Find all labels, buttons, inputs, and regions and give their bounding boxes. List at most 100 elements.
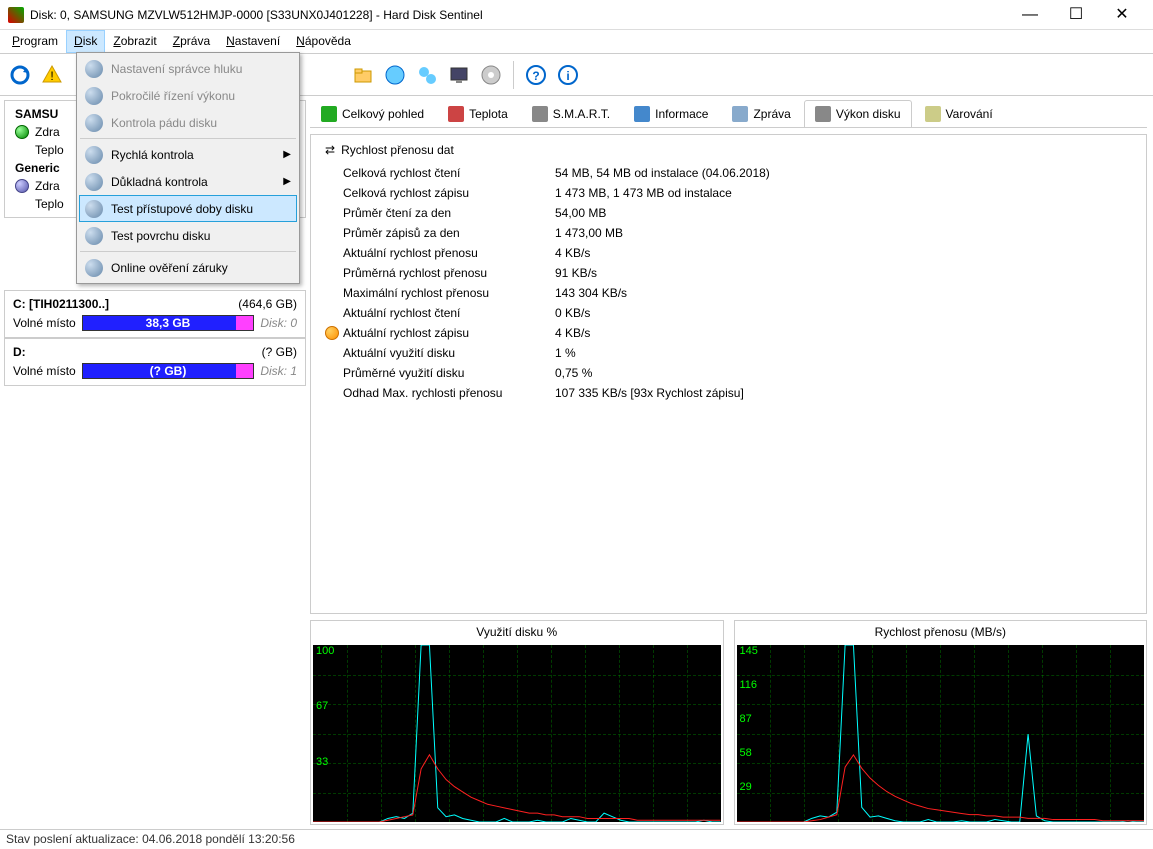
menu-item-icon [85,173,103,191]
tab-v-kon-disku[interactable]: Výkon disku [804,100,912,127]
menu-program[interactable]: Program [4,30,66,53]
close-button[interactable]: ✕ [1099,0,1145,30]
tab-label: Zpráva [753,107,790,121]
menu-disk[interactable]: Disk [66,30,105,53]
tab-icon [634,106,650,122]
monitor-button[interactable] [445,61,473,89]
network-share-button[interactable] [413,61,441,89]
folder-button[interactable] [349,61,377,89]
tab-label: Informace [655,107,708,121]
chart-disk-usage: Využití disku % 1006733 [310,620,724,825]
menu-item-label: Pokročilé řízení výkonu [111,89,235,103]
metric-value: 4 KB/s [555,246,590,260]
metric-key: Celková rychlost čtení [343,166,555,180]
metric-row: Průměr zápisů za den1 473,00 MB [325,223,1132,243]
tab-informace[interactable]: Informace [623,100,719,127]
chart-area: 1006733 [313,645,721,822]
svg-text:!: ! [50,69,53,83]
minimize-button[interactable]: — [1007,0,1053,30]
menu-item[interactable]: Důkladná kontrola ▶ [79,168,297,195]
menu-item-label: Test přístupové doby disku [111,202,253,216]
disk-info-label: Teplo [35,143,64,157]
info-button[interactable]: i [554,61,582,89]
disc-button[interactable] [477,61,505,89]
menu-item: Nastavení správce hluku [79,55,297,82]
submenu-arrow-icon: ▶ [283,149,291,160]
menu-item-label: Kontrola pádu disku [111,116,217,130]
free-space-value: (? GB) [150,364,187,378]
tab-varov-n-[interactable]: Varování [914,100,1004,127]
metric-key: Aktuální využití disku [343,346,555,360]
menu-item[interactable]: Rychlá kontrola ▶ [79,141,297,168]
volume-name: C: [TIH0211300..] [13,297,109,311]
submenu-arrow-icon: ▶ [283,176,291,187]
menu-item-label: Důkladná kontrola [111,175,208,189]
svg-text:i: i [566,69,569,83]
activity-marker-icon [325,326,339,340]
volume-card[interactable]: C: [TIH0211300..](464,6 GB)Volné místo38… [4,290,306,338]
menu-separator [80,138,296,139]
tab-icon [732,106,748,122]
metric-value: 54 MB, 54 MB od instalace (04.06.2018) [555,166,770,180]
metric-value: 1 473,00 MB [555,226,623,240]
tab-zpr-va[interactable]: Zpráva [721,100,801,127]
disk-menu-dropdown: Nastavení správce hluku Pokročilé řízení … [76,52,300,284]
metric-value: 0,75 % [555,366,592,380]
metric-value: 1 473 MB, 1 473 MB od instalace [555,186,732,200]
disk-info-label: Teplo [35,197,64,211]
warning-button[interactable]: ! [38,61,66,89]
menu-item-icon [85,259,103,277]
metric-value: 143 304 KB/s [555,286,627,300]
metric-key: Celková rychlost zápisu [343,186,555,200]
free-space-bar: (? GB) [82,363,255,379]
metric-row: Aktuální rychlost zápisu4 KB/s [325,323,1132,343]
metric-row: Celková rychlost čtení54 MB, 54 MB od in… [325,163,1132,183]
menu-item[interactable]: Test přístupové doby disku [79,195,297,222]
tab-teplota[interactable]: Teplota [437,100,519,127]
status-bar: Stav poslení aktualizace: 04.06.2018 pon… [0,829,1153,849]
metric-row: Aktuální rychlost přenosu4 KB/s [325,243,1132,263]
metric-key: Aktuální rychlost přenosu [343,246,555,260]
metric-row: Maximální rychlost přenosu143 304 KB/s [325,283,1132,303]
menu-item-icon [85,60,103,78]
refresh-button[interactable] [6,61,34,89]
menu-item[interactable]: Online ověření záruky [79,254,297,281]
disk-info-label: Zdra [35,125,60,139]
metric-row: Aktuální využití disku1 % [325,343,1132,363]
chart-title: Využití disku % [311,621,723,643]
menu-item[interactable]: Test povrchu disku [79,222,297,249]
maximize-button[interactable]: ☐ [1053,0,1099,30]
menu-nastavení[interactable]: Nastavení [218,30,288,53]
tab-s-m-a-r-t-[interactable]: S.M.A.R.T. [521,100,621,127]
metric-row: Průměrná rychlost přenosu91 KB/s [325,263,1132,283]
menu-item-icon [85,200,103,218]
menu-item-label: Nastavení správce hluku [111,62,242,76]
chart-area: 145116875829 [737,645,1145,822]
volume-size: (464,6 GB) [238,297,297,311]
menu-item-icon [85,87,103,105]
metric-key: Průměr čtení za den [343,206,555,220]
tab-label: Výkon disku [836,107,901,121]
menu-item-label: Rychlá kontrola [111,148,194,162]
free-space-value: 38,3 GB [146,316,191,330]
disk-index: Disk: 0 [260,316,297,330]
metric-key: Aktuální rychlost zápisu [343,326,555,340]
app-icon [8,7,24,23]
menu-item: Pokročilé řízení výkonu [79,82,297,109]
disk-info-label: Zdra [35,179,60,193]
tab-celkov-pohled[interactable]: Celkový pohled [310,100,435,127]
menu-zobrazit[interactable]: Zobrazit [105,30,164,53]
panel-title-text: Rychlost přenosu dat [341,143,454,157]
tab-icon [815,106,831,122]
volume-size: (? GB) [262,345,297,359]
network-button[interactable] [381,61,409,89]
metric-value: 1 % [555,346,576,360]
volume-card[interactable]: D:(? GB)Volné místo(? GB)Disk: 1 [4,338,306,386]
metric-key: Maximální rychlost přenosu [343,286,555,300]
menu-item-icon [85,114,103,132]
menu-nápověda[interactable]: Nápověda [288,30,359,53]
metric-key: Průměrné využití disku [343,366,555,380]
status-dot-icon [15,179,29,193]
menu-zpráva[interactable]: Zpráva [165,30,218,53]
help-button[interactable]: ? [522,61,550,89]
